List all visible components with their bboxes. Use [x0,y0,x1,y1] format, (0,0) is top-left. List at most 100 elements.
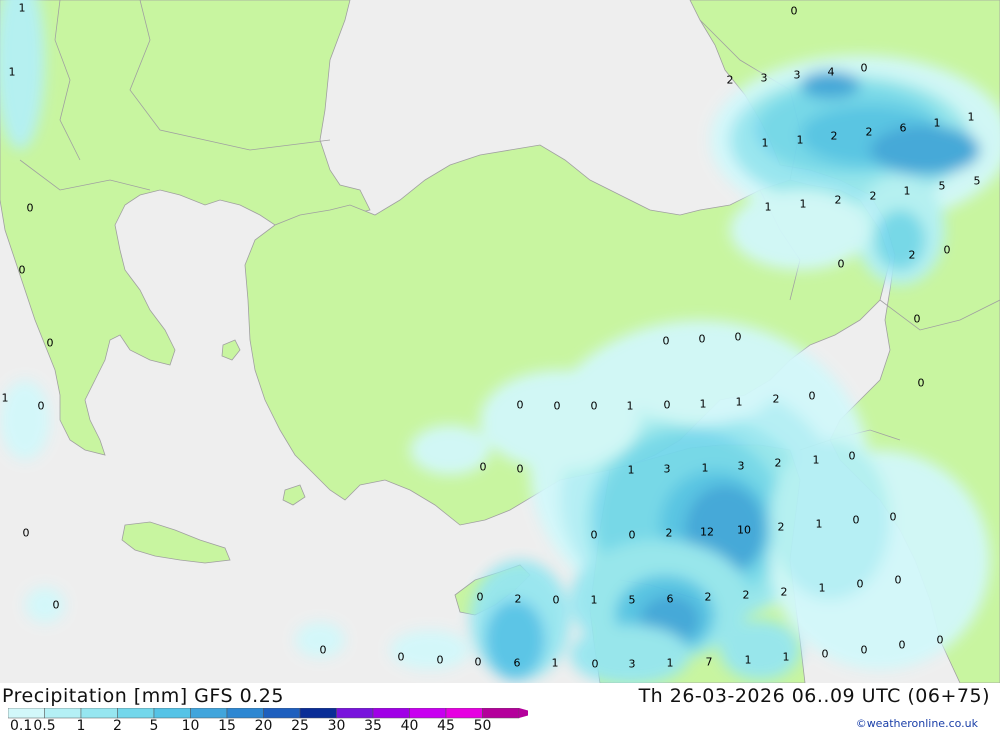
map-value-label: 3 [738,460,745,473]
map-value-label: 0 [861,62,868,75]
precip-patch [620,335,780,425]
map-value-label: 2 [835,194,842,207]
map-value-label: 0 [591,400,598,413]
map-value-label: 1 [9,66,16,79]
legend-swatch [482,708,520,719]
map-value-label: 1 [762,137,769,150]
legend-arrow [519,708,528,718]
legend-label: 40 [401,718,419,732]
map-footer: Precipitation [mm] GFS 0.25 Th 26-03-202… [0,683,1000,733]
map-value-label: 0 [398,651,405,664]
map-value-label: 0 [735,331,742,344]
map-value-label: 2 [909,249,916,262]
map-value-label: 1 [816,518,823,531]
map-value-label: 2 [870,190,877,203]
map-value-label: 1 [552,657,559,670]
legend-swatch [445,708,483,719]
map-value-label: 0 [663,335,670,348]
map-value-label: 0 [937,634,944,647]
map-value-label: 0 [53,599,60,612]
map-value-label: 1 [765,201,772,214]
map-value-label: 1 [627,400,634,413]
legend-label: 0.5 [33,718,55,732]
map-value-label: 0 [838,258,845,271]
map-value-label: 0 [791,5,798,18]
legend-swatch [153,708,191,719]
map-value-label: 0 [517,463,524,476]
map-value-label: 1 [702,462,709,475]
map-value-label: 0 [895,574,902,587]
map-value-label: 1 [591,594,598,607]
map-value-label: 0 [857,578,864,591]
precipitation-map: 11000100000 0 0 6 1 0 3 1 7 1 1 0 0 0 00 2 0 1 5 6 2 2 2 1 0 00 0 2… [0,0,1000,683]
map-value-label: 2 [775,457,782,470]
legend-label: 20 [255,718,273,732]
legend-swatch [44,708,82,719]
legend-swatch [299,708,337,719]
map-value-label: 0 [480,461,487,474]
map-value-label: 0 [554,400,561,413]
legend-swatch [372,708,410,719]
map-value-label: 2 [705,591,712,604]
valid-time: Th 26-03-2026 06..09 UTC (06+75) [638,685,990,707]
map-value-label: 2 [743,589,750,602]
map-value-label: 0 [822,648,829,661]
map-value-label: 1 [667,657,674,670]
legend-swatch [263,708,301,719]
map-value-label: 1 [2,392,9,405]
map-value-label: 3 [794,69,801,82]
map-value-label: 1 [819,582,826,595]
map-value-label: 3 [629,658,636,671]
precip-patch [480,370,640,470]
map-value-label: 0 [861,644,868,657]
map-value-label: 0 [27,202,34,215]
map-value-label: 5 [974,175,981,188]
map-value-label: 4 [828,66,835,79]
map-value-label: 1 [700,398,707,411]
map-value-label: 0 [553,594,560,607]
precip-patch [770,440,890,600]
legend-swatch [336,708,374,719]
map-value-label: 0 [437,654,444,667]
precipitation-legend: 0.1 0.5 1 2 5 10 15 20 25 30 35 40 45 50 [8,708,528,732]
map-value-label: 0 [38,400,45,413]
legend-label: 5 [150,718,159,732]
legend-label: 35 [364,718,382,732]
map-value-label: 6 [667,593,674,606]
map-value-label: 2 [666,527,673,540]
map-value-label: 1 [797,134,804,147]
map-value-label: 0 [517,399,524,412]
map-value-label: 0 [890,511,897,524]
map-value-label: 1 [968,111,975,124]
legend-label: 10 [182,718,200,732]
map-value-label: 1 [783,651,790,664]
map-value-label: 2 [773,393,780,406]
legend-swatch [117,708,155,719]
map-value-label: 3 [761,72,768,85]
map-value-label: 6 [514,657,521,670]
credit-link[interactable]: ©weatheronline.co.uk [856,717,978,730]
map-value-label: 1 [904,185,911,198]
map-value-label: 0 [320,644,327,657]
map-value-label: 0 [47,337,54,350]
map-title: Precipitation [mm] GFS 0.25 [2,685,284,707]
map-value-label: 0 [944,244,951,257]
map-value-label: 0 [699,333,706,346]
map-value-label: 6 [900,122,907,135]
map-value-label: 0 [19,264,26,277]
map-value-label: 5 [939,180,946,193]
map-value-label: 2 [781,586,788,599]
map-value-label: 2 [515,593,522,606]
map-value-label: 1 [745,654,752,667]
map-value-label: 2 [831,130,838,143]
map-value-label: 1 [628,464,635,477]
map-value-label: 0 [809,390,816,403]
map-value-label: 0 [591,529,598,542]
map-value-label: 0 [592,658,599,671]
map-value-label: 1 [19,2,26,15]
map-value-label: 0 [918,377,925,390]
map-value-label: 0 [629,529,636,542]
legend-swatch [226,708,264,719]
map-value-label: 2 [778,521,785,534]
legend-label: 30 [328,718,346,732]
